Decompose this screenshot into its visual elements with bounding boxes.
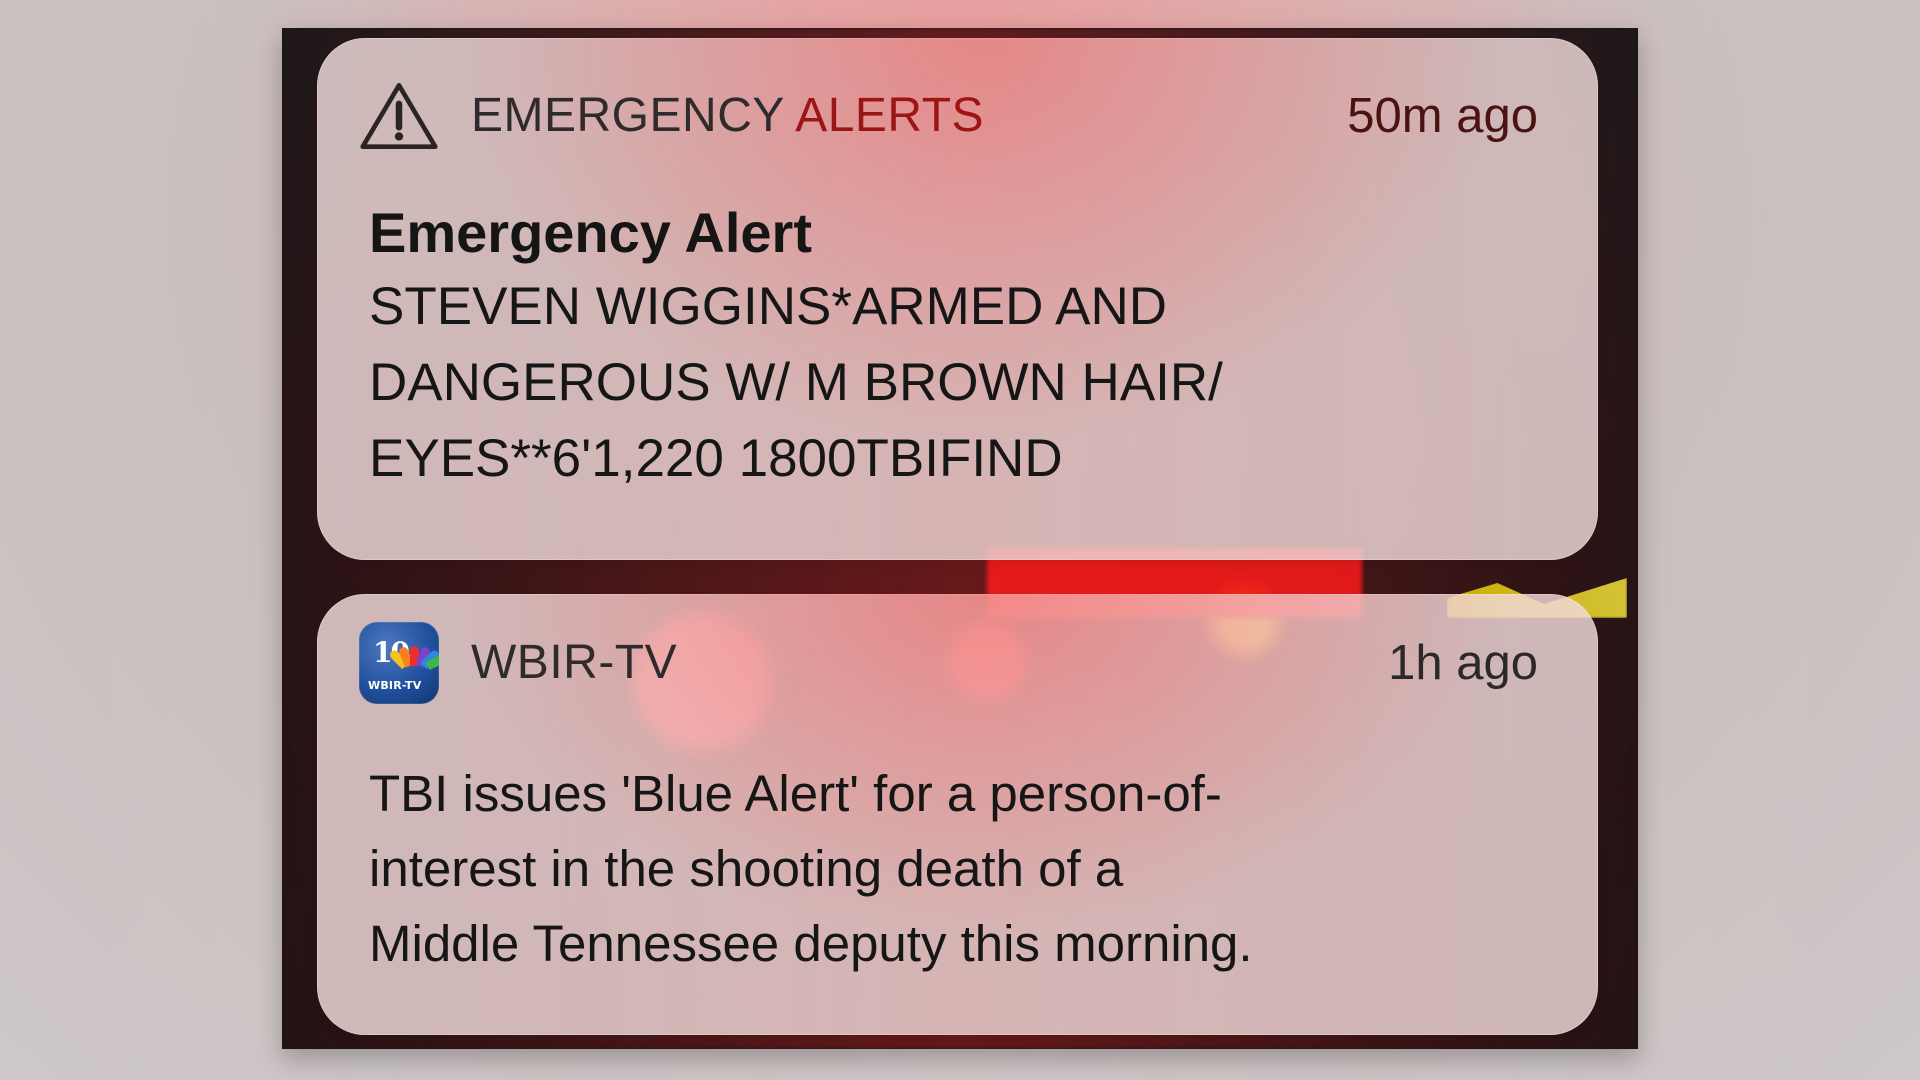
emergency-alerts-app-name-prefix: EMERGENCY — [471, 89, 796, 142]
wbir-tv-time: 1h ago — [1388, 635, 1538, 690]
peacock-icon — [388, 638, 439, 671]
wbir-tv-content: 10 WBIR-TV WBIR-TV 1h ago TBI issues 'Bl… — [317, 594, 1598, 1035]
wbir-tv-notification[interactable]: 10 WBIR-TV WBIR-TV 1h ago TBI issues 'Bl… — [317, 594, 1598, 1035]
emergency-alert-time: 50m ago — [1347, 88, 1538, 143]
wbir-tv-app-icon-wrap: 10 WBIR-TV — [359, 622, 439, 704]
wbir-tv-header: 10 WBIR-TV WBIR-TV 1h ago — [359, 622, 1538, 704]
emergency-alert-content: EMERGENCY ALERTS 50m ago Emergency Alert… — [317, 38, 1598, 560]
wbir-tv-body: TBI issues 'Blue Alert' for a person-of-… — [369, 756, 1536, 981]
emergency-alert-body: Emergency Alert STEVEN WIGGINS*ARMED AND… — [369, 201, 1536, 497]
emergency-alert-header: EMERGENCY ALERTS 50m ago — [359, 82, 1538, 150]
emergency-alert-title: Emergency Alert — [369, 201, 812, 264]
emergency-alert-message: STEVEN WIGGINS*ARMED AND DANGEROUS W/ M … — [369, 277, 1223, 489]
warning-triangle-icon — [359, 82, 439, 150]
wbir-tv-app-name: WBIR-TV — [471, 636, 678, 689]
wbir-tv-message: TBI issues 'Blue Alert' for a person-of-… — [369, 765, 1253, 972]
emergency-alerts-app-name-alert: ALERTS — [795, 89, 985, 142]
emergency-alert-notification[interactable]: EMERGENCY ALERTS 50m ago Emergency Alert… — [317, 38, 1598, 560]
wbir-tv-app-icon: 10 WBIR-TV — [359, 622, 439, 704]
emergency-alerts-app-name: EMERGENCY ALERTS — [471, 92, 984, 140]
wbir-tv-logo-text: WBIR-TV — [368, 679, 422, 692]
